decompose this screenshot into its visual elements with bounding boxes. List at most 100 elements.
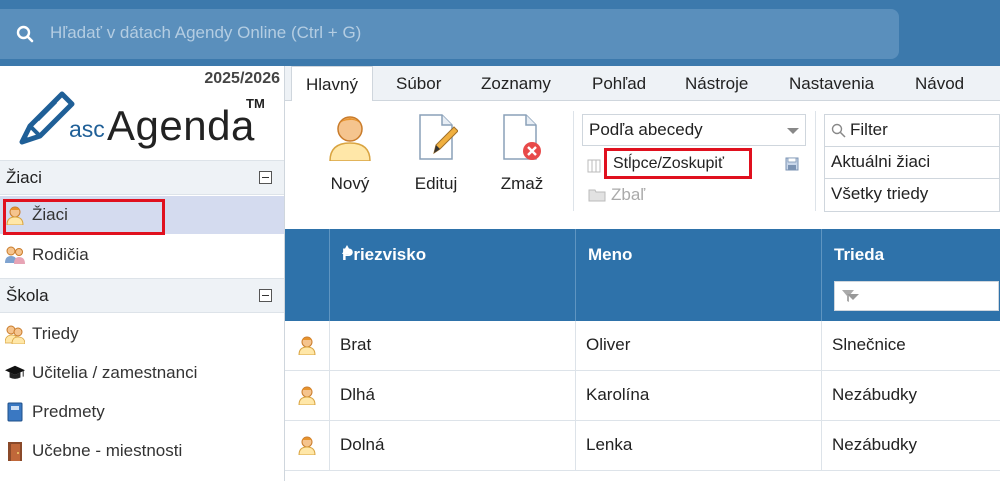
door-icon <box>8 442 22 461</box>
sidebar-item-label: Predmety <box>32 402 105 421</box>
edit-label: Edituj <box>414 174 458 193</box>
save-icon[interactable] <box>785 157 799 171</box>
cell-text: Slnečnice <box>832 335 906 354</box>
menu-tabs: Hlavný Súbor Zoznamy Pohľad Nástroje Nas… <box>285 66 1000 102</box>
column-header-label: Meno <box>588 245 633 264</box>
cell-surname: Dolná <box>330 421 576 471</box>
filter-input[interactable]: Filter <box>825 115 1000 147</box>
logo-prefix: asc <box>69 116 105 142</box>
filter-placeholder: Filter <box>850 120 888 139</box>
new-label: Nový <box>330 174 370 193</box>
column-header-priezvisko[interactable]: Priezvisko <box>330 229 576 321</box>
cell-text: Karolína <box>586 385 650 404</box>
table-row[interactable]: Dolná Lenka Nezábudky <box>285 421 1000 471</box>
cell-name: Karolína <box>576 371 822 421</box>
delete-button[interactable]: Zmaž <box>487 113 557 194</box>
filter-option-vsetky-triedy[interactable]: Všetky triedy <box>825 179 1000 211</box>
cell-text: Lenka <box>586 435 633 454</box>
columns-icon <box>587 159 601 173</box>
ribbon-toolbar: Nový Edituj Zmaž Podľa abecedy Stĺpce/Zo… <box>285 101 1000 229</box>
sidebar-item-ucitelia[interactable]: Učitelia / zamestnanci <box>0 354 284 392</box>
cell-surname: Dlhá <box>330 371 576 421</box>
column-header-label: Trieda <box>834 245 885 264</box>
row-icon-cell <box>285 321 330 371</box>
edit-document-icon <box>419 114 459 160</box>
section-ziaci[interactable]: Žiaci <box>0 160 284 195</box>
columns-label: Stĺpce/Zoskupiť <box>613 155 724 172</box>
tab-navod[interactable]: Návod <box>915 74 964 94</box>
collapse-icon[interactable] <box>259 289 272 302</box>
logo-name: Agenda <box>107 102 255 149</box>
column-header-label: Priezvisko <box>342 245 427 264</box>
tab-hlavny[interactable]: Hlavný <box>291 66 373 102</box>
tab-nastavenia[interactable]: Nastavenia <box>789 74 874 94</box>
search-icon <box>831 123 846 138</box>
sidebar-item-predmety[interactable]: Predmety <box>0 393 284 431</box>
folder-icon <box>588 189 606 202</box>
cell-name: Oliver <box>576 321 822 371</box>
sort-value: Podľa abecedy <box>589 120 703 139</box>
search-icon <box>16 25 34 43</box>
student-icon <box>298 336 316 355</box>
tab-pohlad[interactable]: Pohľad <box>592 74 646 94</box>
ribbon-divider <box>573 111 574 211</box>
highlight-box-ziaci <box>3 199 165 235</box>
new-button[interactable]: Nový <box>315 113 385 194</box>
cell-text: Brat <box>340 335 372 354</box>
table-row[interactable]: Dlhá Karolína Nezábudky <box>285 371 1000 421</box>
filter-option-label: Všetky triedy <box>831 184 929 203</box>
cell-surname: Brat <box>330 321 576 371</box>
cell-text: Dolná <box>340 435 385 454</box>
chevron-down-icon <box>847 294 859 300</box>
sort-dropdown[interactable]: Podľa abecedy <box>582 114 806 146</box>
tab-nastroje[interactable]: Nástroje <box>685 74 748 94</box>
sidebar-item-triedy[interactable]: Triedy <box>0 315 284 353</box>
collapse-all-button[interactable]: Zbaľ <box>611 185 645 205</box>
sidebar-item-label: Rodičia <box>32 245 89 264</box>
filter-option-label: Aktuálni žiaci <box>831 152 931 171</box>
sidebar-item-rodicia[interactable]: Rodičia <box>0 236 284 274</box>
tab-zoznamy[interactable]: Zoznamy <box>481 74 551 94</box>
cell-text: Nezábudky <box>832 435 918 454</box>
cell-class: Slnečnice <box>822 321 1000 371</box>
sidebar-item-label: Učebne - miestnosti <box>32 441 183 460</box>
delete-label: Zmaž <box>500 174 544 193</box>
cell-name: Lenka <box>576 421 822 471</box>
grid-header: Priezvisko Meno Trieda <box>285 229 1000 321</box>
student-icon <box>298 386 316 405</box>
book-icon <box>7 402 23 422</box>
cell-class: Nezábudky <box>822 421 1000 471</box>
table-row[interactable]: Brat Oliver Slnečnice <box>285 321 1000 371</box>
global-search-input[interactable]: Hľadať v dátach Agendy Online (Ctrl + G) <box>0 9 899 59</box>
column-header-meno[interactable]: Meno <box>576 229 822 321</box>
cell-text: Nezábudky <box>832 385 918 404</box>
filter-option-aktualni-ziaci[interactable]: Aktuálni žiaci <box>825 147 1000 179</box>
section-label: Škola <box>6 286 49 305</box>
filter-panel: Filter Aktuálni žiaci Všetky triedy <box>824 114 1000 212</box>
cell-class: Nezábudky <box>822 371 1000 421</box>
section-skola[interactable]: Škola <box>0 278 284 313</box>
cell-text: Dlhá <box>340 385 375 404</box>
tab-subor[interactable]: Súbor <box>396 74 441 94</box>
top-bar: Hľadať v dátach Agendy Online (Ctrl + G) <box>0 0 1000 66</box>
edit-button[interactable]: Edituj <box>401 113 471 194</box>
delete-document-icon <box>503 114 541 160</box>
sidebar-item-ucebne[interactable]: Učebne - miestnosti <box>0 432 284 470</box>
collapse-icon[interactable] <box>259 171 272 184</box>
left-navigation-panel: 2025/2026 asc Agenda TM Žiaci Žiaci Rodi… <box>0 66 285 481</box>
column-header-trieda[interactable]: Trieda <box>822 229 1000 321</box>
trieda-filter-dropdown[interactable] <box>834 281 999 311</box>
student-icon <box>298 436 316 455</box>
section-label: Žiaci <box>6 168 42 187</box>
graduation-cap-icon <box>5 365 25 379</box>
chevron-down-icon <box>787 128 799 134</box>
sidebar-item-label: Učitelia / zamestnanci <box>32 363 198 382</box>
icon-column-header <box>285 229 330 321</box>
logo-trademark: TM <box>246 96 265 111</box>
sort-ascending-icon <box>342 245 352 254</box>
row-icon-cell <box>285 421 330 471</box>
cell-text: Oliver <box>586 335 631 354</box>
columns-group-button[interactable]: Stĺpce/Zoskupiť <box>604 148 752 179</box>
search-placeholder: Hľadať v dátach Agendy Online (Ctrl + G) <box>50 23 362 42</box>
ribbon-divider <box>815 111 816 211</box>
